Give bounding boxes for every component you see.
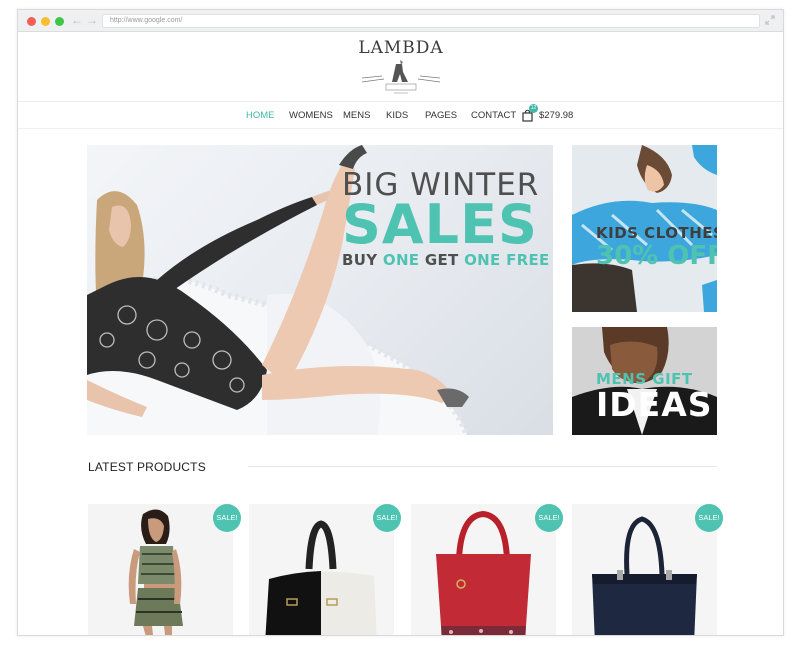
kids-banner-offer: 30% OFF [596,241,717,271]
hero-heading-line2: SALES [342,193,538,256]
browser-toolbar: ← → http://www.google.com/ [18,10,783,32]
menu-item-pages[interactable]: PAGES [425,110,457,121]
hero-tagline-part2: ONE [382,251,420,269]
product-image-navy-tote [572,504,717,635]
sale-badge: SALE! [695,504,723,532]
close-dot[interactable] [27,17,36,26]
hero-banner[interactable]: BIG WINTER SALES BUY ONE GET ONE FREE [87,145,553,435]
cart-count-badge: 12 [529,104,538,113]
mens-banner-subtitle: IDEAS [596,385,713,424]
address-bar[interactable]: http://www.google.com/ [102,14,760,28]
hero-tagline-part1: BUY [342,251,383,269]
product-image-handbag [249,504,394,635]
menu-item-mens[interactable]: MENS [343,110,370,121]
menu-item-womens[interactable]: WOMENS [289,110,333,121]
maximize-dot[interactable] [55,17,64,26]
sale-badge: SALE! [213,504,241,532]
product-image-red-tote [411,504,556,635]
menu-divider [18,128,783,129]
mens-gift-banner[interactable]: MENS GIFT IDEAS [572,327,717,435]
hero-tagline-part4: ONE FREE [464,251,550,269]
header-divider [18,101,783,102]
product-image-woman-outfit [88,504,233,635]
kids-clothes-banner[interactable]: KIDS CLOTHES 30% OFF [572,145,717,312]
product-card[interactable] [411,504,556,635]
back-arrow-icon[interactable]: ← [71,13,83,27]
menu-item-contact[interactable]: CONTACT [471,110,516,121]
sale-badge: SALE! [373,504,401,532]
menu-item-home[interactable]: HOME [246,110,275,121]
forward-arrow-icon[interactable]: → [86,13,98,27]
main-menu: HOME WOMENS MENS KIDS PAGES CONTACT 12 $… [18,104,783,124]
site-logo[interactable]: LAMBDA [356,36,446,100]
product-card[interactable] [249,504,394,635]
logo-title: LAMBDA [358,38,444,58]
sale-badge: SALE! [535,504,563,532]
hero-tagline: BUY ONE GET ONE FREE [342,251,550,269]
expand-icon[interactable] [765,15,775,25]
menu-item-kids[interactable]: KIDS [386,110,408,121]
product-card[interactable] [572,504,717,635]
latest-products-heading: LATEST PRODUCTS [88,460,206,474]
cart-total: $279.98 [539,110,574,121]
minimize-dot[interactable] [41,17,50,26]
browser-window: ← → http://www.google.com/ LAMBDA HOME W… [17,9,784,636]
kids-banner-title: KIDS CLOTHES [596,224,717,242]
section-divider [248,466,717,467]
product-card[interactable] [88,504,233,635]
hero-tagline-part3: GET [419,251,465,269]
logo-emblem-icon [361,60,441,94]
